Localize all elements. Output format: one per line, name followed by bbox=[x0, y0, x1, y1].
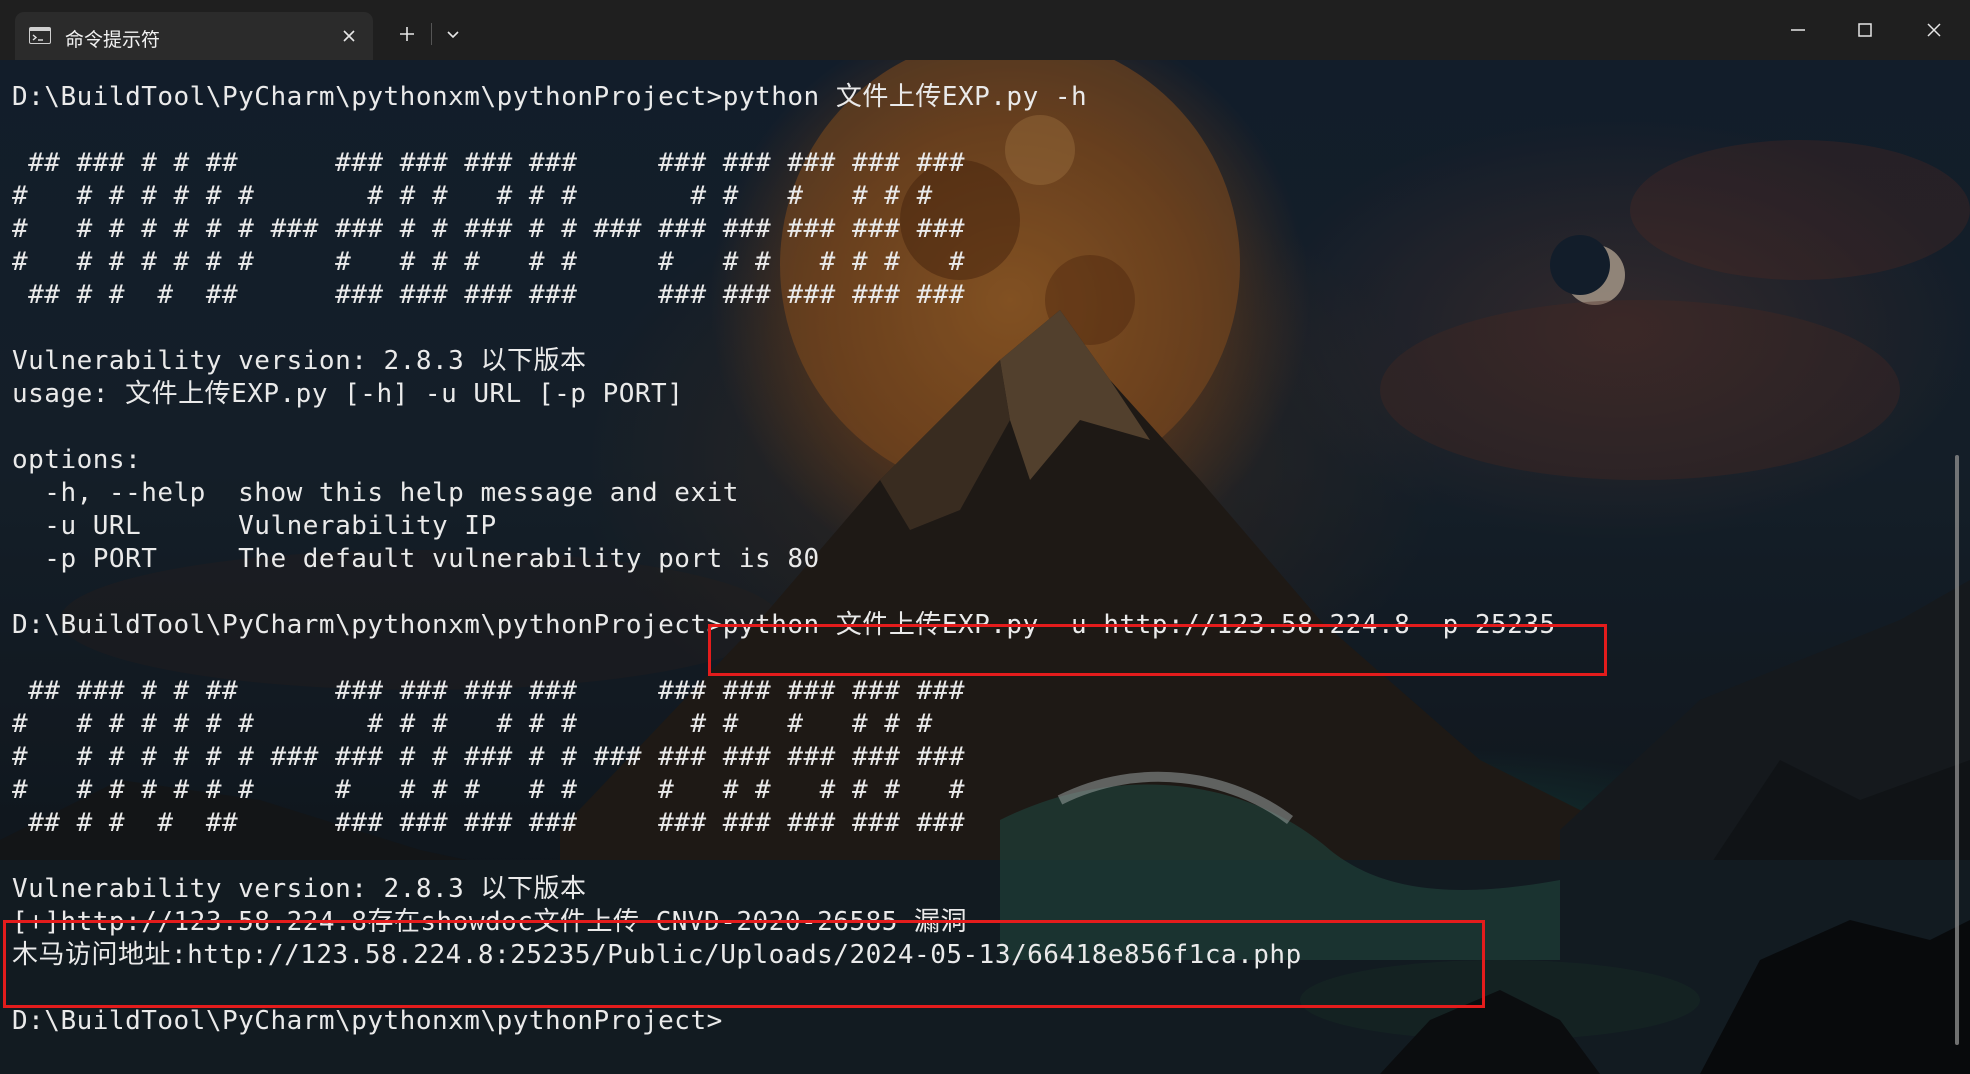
terminal-line: Vulnerability version: 2.8.3 以下版本 bbox=[12, 346, 587, 376]
ascii-banner-line: # # # # # # # # # # # # # # # # # # # # bbox=[12, 247, 966, 277]
maximize-button[interactable] bbox=[1842, 12, 1888, 48]
terminal-line: -u URL Vulnerability IP bbox=[12, 511, 497, 541]
titlebar-divider bbox=[431, 23, 432, 45]
tab-command-prompt[interactable]: 命令提示符 bbox=[15, 12, 373, 60]
ascii-banner-line: # # # # # # # # # # # # # # # # # # # bbox=[12, 709, 933, 739]
prompt-line[interactable]: D:\BuildTool\PyCharm\pythonxm\pythonProj… bbox=[12, 1005, 723, 1038]
tab-title: 命令提示符 bbox=[65, 29, 161, 51]
ascii-banner-line: ## # # # ## ### ### ### ### ### ### ### … bbox=[12, 280, 966, 310]
command-highlight-box bbox=[708, 624, 1607, 676]
ascii-banner-line: ## ### # # ## ### ### ### ### ### ### ##… bbox=[12, 676, 966, 706]
ascii-banner-line: # # # # # # # # # # # # # # # # # # # bbox=[12, 181, 933, 211]
close-icon[interactable] bbox=[337, 24, 361, 48]
ascii-banner-line: ## # # # ## ### ### ### ### ### ### ### … bbox=[12, 808, 966, 838]
terminal-line: Vulnerability version: 2.8.3 以下版本 bbox=[12, 874, 587, 904]
terminal-line: -h, --help show this help message and ex… bbox=[12, 478, 739, 508]
close-icon bbox=[1927, 23, 1941, 37]
ascii-banner-line: # # # # # # # ### ### # # ### # # ### ##… bbox=[12, 214, 966, 244]
tab-dropdown-button[interactable] bbox=[442, 24, 464, 46]
terminal-line: options: bbox=[12, 445, 142, 475]
minimize-button[interactable] bbox=[1775, 12, 1821, 48]
window-close-button[interactable] bbox=[1911, 12, 1957, 48]
terminal-line: usage: 文件上传EXP.py [-h] -u URL [-p PORT] bbox=[12, 379, 684, 409]
ascii-banner-line: # # # # # # # ### ### # # ### # # ### ##… bbox=[12, 742, 966, 772]
maximize-icon bbox=[1858, 23, 1872, 37]
terminal-area[interactable]: D:\BuildTool\PyCharm\pythonxm\pythonProj… bbox=[0, 60, 1970, 1074]
ascii-banner-line: ## ### # # ## ### ### ### ### ### ### ##… bbox=[12, 148, 966, 178]
chevron-down-icon bbox=[447, 31, 459, 39]
result-highlight-box bbox=[3, 920, 1485, 1008]
plus-icon bbox=[400, 27, 414, 41]
new-tab-button[interactable] bbox=[394, 21, 420, 47]
terminal-line: -p PORT The default vulnerability port i… bbox=[12, 544, 820, 574]
ascii-banner-line: # # # # # # # # # # # # # # # # # # # # bbox=[12, 775, 966, 805]
terminal-line: D:\BuildTool\PyCharm\pythonxm\pythonProj… bbox=[12, 82, 1088, 112]
terminal-icon bbox=[29, 27, 51, 44]
title-bar: 命令提示符 bbox=[0, 0, 1970, 60]
scrollbar[interactable] bbox=[1955, 455, 1959, 1045]
minimize-icon bbox=[1791, 29, 1805, 31]
